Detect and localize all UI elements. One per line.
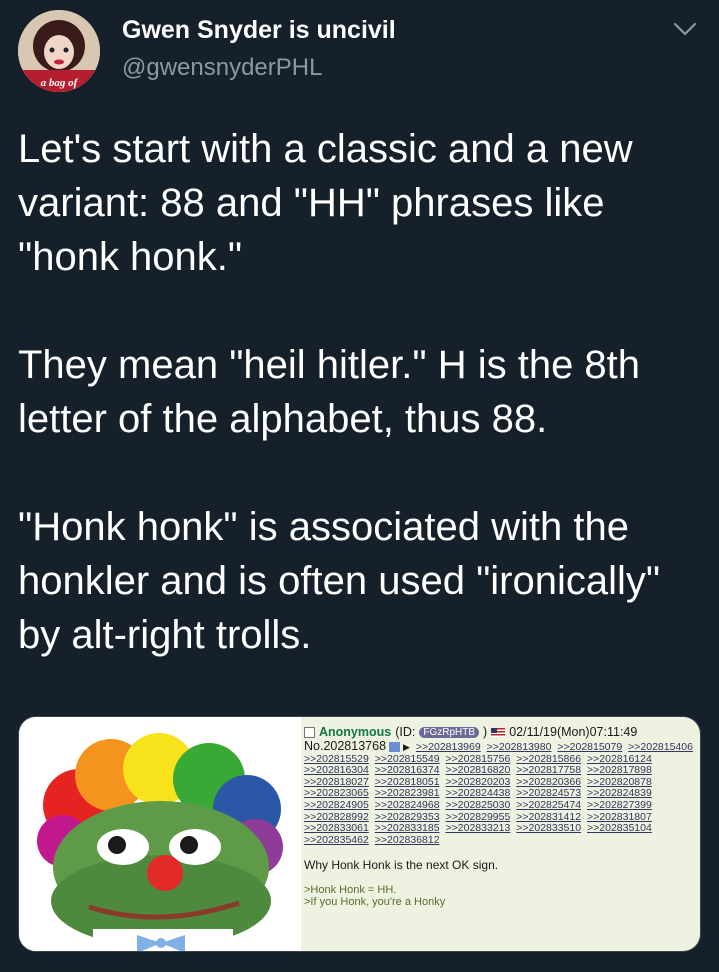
tweet: a bag of Gwen Snyder is uncivil @gwensny…: [0, 0, 719, 972]
media-image[interactable]: Anonymous (ID: FGzRpHTB ) 02/11/19(Mon)0…: [18, 716, 701, 952]
reply-link[interactable]: >>202835462: [304, 834, 369, 846]
avatar-image: a bag of: [18, 10, 100, 92]
reply-link[interactable]: >>202824839: [587, 787, 652, 800]
greentext-line-2: >If you Honk, you're a Honky: [304, 896, 446, 909]
reply-link[interactable]: >>202815079: [557, 741, 622, 753]
reply-link[interactable]: >>202815756: [446, 753, 511, 765]
reply-link[interactable]: >>202833185: [375, 822, 440, 834]
tweet-text: Let's start with a classic and a new var…: [18, 122, 708, 662]
avatar[interactable]: a bag of: [18, 10, 100, 92]
avatar-text: a bag of: [41, 77, 79, 89]
reply-link[interactable]: >>202815866: [516, 753, 581, 765]
greentext-line-1: >Honk Honk = HH.: [304, 884, 397, 897]
reply-link[interactable]: >>202818027: [304, 776, 369, 788]
reply-link[interactable]: >>202815529: [304, 753, 369, 765]
reply-link[interactable]: >>202833510: [516, 822, 581, 834]
reply-link[interactable]: >>202827399: [587, 799, 652, 811]
reply-links: No.202813768 ▶ >>202813969 >>202813980 >>…: [304, 739, 696, 846]
poster-id[interactable]: FGzRpHTB: [419, 726, 480, 738]
reply-link[interactable]: >>202820878: [587, 776, 652, 788]
reply-link[interactable]: >>202835104: [587, 822, 652, 834]
reply-link[interactable]: >>202833061: [304, 822, 369, 834]
reply-link[interactable]: >>202816374: [375, 764, 440, 776]
tweet-paragraph-1: Let's start with a classic and a new var…: [18, 127, 633, 279]
reply-link[interactable]: >>202817898: [587, 764, 652, 776]
reply-link[interactable]: >>202824573: [516, 787, 581, 800]
reply-link[interactable]: >>202824968: [375, 799, 440, 811]
reply-link[interactable]: >>202833213: [446, 822, 511, 834]
post-number[interactable]: No.202813768: [304, 739, 386, 753]
forum-post: Anonymous (ID: FGzRpHTB ) 02/11/19(Mon)0…: [304, 725, 696, 908]
reply-link[interactable]: >>202820366: [516, 776, 581, 788]
us-flag-icon: [491, 727, 506, 737]
reply-link[interactable]: >>202813980: [487, 741, 552, 753]
menu-triangle-icon[interactable]: ▶: [403, 742, 410, 752]
reply-link[interactable]: >>202824905: [304, 799, 369, 811]
reply-link[interactable]: >>202817758: [516, 764, 581, 776]
reply-link[interactable]: >>202818051: [375, 776, 440, 788]
reply-link[interactable]: >>202816820: [446, 764, 511, 776]
display-name[interactable]: Gwen Snyder is uncivil: [122, 16, 396, 45]
reply-link[interactable]: >>202823065: [304, 787, 369, 800]
reply-link[interactable]: >>202813969: [416, 741, 481, 753]
greentext-block: >Honk Honk = HH. >If you Honk, you're a …: [304, 884, 696, 908]
clown-frog-image: [19, 717, 301, 951]
reply-link[interactable]: >>202816304: [304, 764, 369, 776]
reply-link[interactable]: >>202831807: [587, 811, 652, 823]
reply-link[interactable]: >>202828992: [304, 811, 369, 823]
poster-id-close: ): [483, 725, 488, 739]
post-message: Why Honk Honk is the next OK sign.: [304, 858, 499, 873]
reply-link[interactable]: >>202823981: [375, 787, 440, 800]
tweet-paragraph-3: "Honk honk" is associated with the honkl…: [18, 505, 661, 657]
poster-id-label: (ID:: [395, 725, 416, 739]
post-header: Anonymous (ID: FGzRpHTB ) 02/11/19(Mon)0…: [304, 725, 696, 739]
reply-link[interactable]: >>202816124: [587, 753, 652, 765]
reply-link[interactable]: >>202836812: [375, 834, 440, 846]
reply-link[interactable]: >>202815406: [628, 741, 693, 753]
tweet-paragraph-2: They mean "heil hitler." H is the 8th le…: [18, 343, 641, 441]
chevron-down-icon[interactable]: [672, 20, 698, 38]
reply-link[interactable]: >>202825474: [516, 799, 581, 811]
post-checkbox[interactable]: [304, 726, 315, 738]
reply-link[interactable]: >>202831412: [516, 811, 581, 823]
file-icon[interactable]: [389, 742, 401, 753]
post-datetime: 02/11/19(Mon)07:11:49: [509, 725, 638, 739]
reply-link[interactable]: >>202820203: [446, 776, 511, 788]
reply-link[interactable]: >>202829955: [446, 811, 511, 823]
reply-link[interactable]: >>202829353: [375, 811, 440, 823]
reply-link[interactable]: >>202815549: [375, 753, 440, 765]
poster-name: Anonymous: [319, 725, 392, 739]
reply-link[interactable]: >>202825030: [446, 799, 511, 811]
reply-link[interactable]: >>202824438: [446, 787, 511, 800]
handle[interactable]: @gwensnyderPHL: [122, 54, 322, 82]
